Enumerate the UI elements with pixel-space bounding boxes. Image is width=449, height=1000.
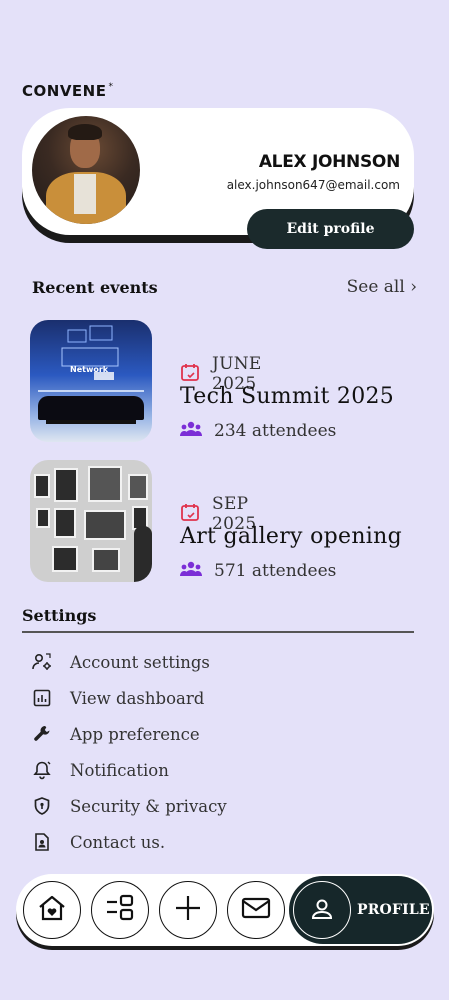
- nav-menu[interactable]: [91, 881, 149, 939]
- menu-icon: [104, 892, 136, 928]
- settings-item-notification[interactable]: Notification: [32, 752, 227, 788]
- brand-name: CONVENE: [22, 82, 107, 100]
- event-thumbnail-text: Network: [70, 365, 109, 374]
- settings-item-label: Notification: [70, 760, 169, 780]
- event-card[interactable]: SEP 2025 Art gallery opening 571 attende…: [30, 460, 430, 584]
- settings-item-label: Contact us.: [70, 832, 166, 852]
- settings-item-label: View dashboard: [70, 688, 205, 708]
- user-name: ALEX JOHNSON: [258, 152, 400, 172]
- nav-add[interactable]: [159, 881, 217, 939]
- settings-item-preference[interactable]: App preference: [32, 716, 227, 752]
- bell-icon: [32, 760, 52, 780]
- settings-item-contact[interactable]: Contact us.: [32, 824, 227, 860]
- settings-item-label: Account settings: [70, 652, 210, 672]
- account-settings-icon: [32, 652, 52, 672]
- avatar: [32, 116, 140, 224]
- dashboard-icon: [32, 688, 52, 708]
- bottom-nav: PROFILE: [16, 874, 434, 946]
- event-name: Art gallery opening: [180, 524, 402, 549]
- mail-icon: [240, 892, 272, 928]
- event-attendees: 571 attendees: [214, 561, 337, 581]
- brand-logo: CONVENE *: [22, 82, 113, 100]
- settings-title: Settings: [22, 606, 97, 625]
- nav-profile[interactable]: PROFILE: [289, 876, 432, 944]
- recent-events-title: Recent events: [32, 277, 158, 297]
- event-thumbnail: Network: [30, 320, 152, 442]
- settings-item-dashboard[interactable]: View dashboard: [32, 680, 227, 716]
- nav-messages[interactable]: [227, 881, 285, 939]
- settings-list: Account settings View dashboard App pref…: [32, 644, 227, 860]
- edit-profile-button[interactable]: Edit profile: [247, 209, 414, 249]
- see-all-link[interactable]: See all ›: [347, 277, 417, 297]
- nav-profile-label: PROFILE: [357, 902, 430, 918]
- attendees-icon: [180, 560, 202, 582]
- event-attendees: 234 attendees: [214, 421, 337, 441]
- calendar-icon: [180, 362, 200, 386]
- settings-item-account[interactable]: Account settings: [32, 644, 227, 680]
- calendar-icon: [180, 502, 200, 526]
- attendees-icon: [180, 420, 202, 442]
- wrench-icon: [32, 724, 52, 744]
- settings-item-label: App preference: [70, 724, 200, 744]
- shield-icon: [32, 796, 52, 816]
- plus-icon: [172, 892, 204, 928]
- contact-icon: [32, 832, 52, 852]
- nav-home[interactable]: [23, 881, 81, 939]
- settings-divider: [22, 631, 414, 633]
- event-thumbnail: [30, 460, 152, 582]
- settings-item-label: Security & privacy: [70, 796, 227, 816]
- profile-icon: [293, 881, 351, 939]
- profile-card: ALEX JOHNSON alex.johnson647@email.com E…: [22, 108, 414, 249]
- home-icon: [36, 892, 68, 928]
- event-card[interactable]: Network JUNE 2025 Tech Summit 2025 234 a…: [30, 320, 430, 444]
- event-name: Tech Summit 2025: [180, 384, 395, 409]
- settings-item-security[interactable]: Security & privacy: [32, 788, 227, 824]
- recent-events-header: Recent events See all ›: [32, 277, 417, 297]
- brand-mark: *: [108, 82, 114, 92]
- user-email: alex.johnson647@email.com: [226, 178, 400, 192]
